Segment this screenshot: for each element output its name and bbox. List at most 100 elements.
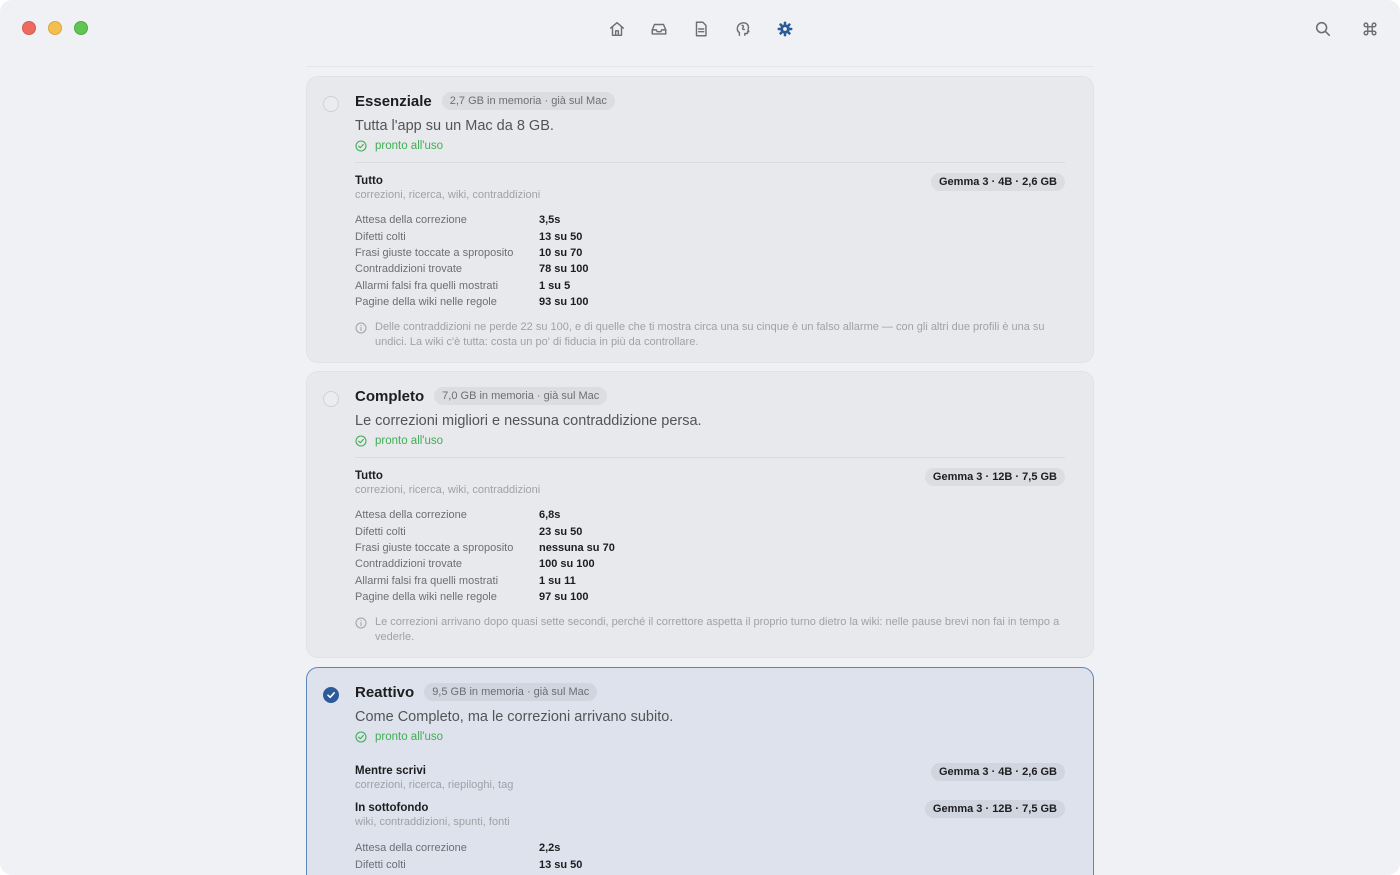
stat-row: Difetti colti 23 su 50 xyxy=(355,523,855,539)
model-tasks: wiki, contraddizioni, spunti, fonti xyxy=(355,816,510,828)
model-assignment: Mentre scrivi correzioni, ricerca, riepi… xyxy=(355,763,1065,795)
model-role: Mentre scrivi xyxy=(355,765,426,777)
brain-button[interactable] xyxy=(726,16,759,42)
window-controls xyxy=(22,21,88,35)
stat-label: Pagine della wiki nelle regole xyxy=(355,591,497,604)
status-ready: pronto all'uso xyxy=(355,435,443,447)
stat-row: Allarmi falsi fra quelli mostrati 1 su 5 xyxy=(355,278,855,294)
stat-row: Attesa della correzione 3,5s xyxy=(355,212,855,228)
memory-badge: 9,5 GB in memoria · già sul Mac xyxy=(424,683,598,701)
settings-button[interactable] xyxy=(768,16,801,42)
profile-description: Tutta l'app su un Mac da 8 GB. xyxy=(355,118,554,134)
stat-label: Attesa della correzione xyxy=(355,842,467,855)
stat-value: 23 su 50 xyxy=(539,525,583,538)
zoom-window-button[interactable] xyxy=(74,21,88,35)
stat-row: Frasi giuste toccate a sproposito nessuna… xyxy=(355,540,855,556)
gear-icon xyxy=(777,21,792,37)
note-text: Delle contraddizioni ne perde 22 su 100,… xyxy=(375,321,1045,348)
status-label: pronto all'uso xyxy=(375,731,444,743)
stat-label: Difetti colti xyxy=(355,525,406,538)
stat-row: Frasi giuste toccate a sproposito 10 su 7… xyxy=(355,245,855,261)
status-label: pronto all'uso xyxy=(375,435,444,447)
stat-value: 3,5s xyxy=(539,214,561,227)
profile-radio-completo[interactable] xyxy=(323,391,339,407)
stat-row: Allarmi falsi fra quelli mostrati 1 su 11 xyxy=(355,573,855,589)
profile-title: Completo xyxy=(355,387,425,405)
status-label: pronto all'uso xyxy=(375,140,444,152)
command-icon xyxy=(1362,22,1377,36)
info-icon xyxy=(355,617,367,629)
model-tasks: correzioni, ricerca, wiki, contraddizion… xyxy=(355,484,541,496)
inbox-icon xyxy=(651,23,666,35)
toolbar-tabs xyxy=(600,16,801,42)
model-tasks: correzioni, ricerca, wiki, contraddizion… xyxy=(355,189,541,201)
toolbar-right xyxy=(1306,16,1386,42)
stat-label: Difetti colti xyxy=(355,230,406,243)
minimize-window-button[interactable] xyxy=(48,21,62,35)
stat-label: Difetti colti xyxy=(355,858,406,871)
stat-label: Contraddizioni trovate xyxy=(355,263,463,276)
profile-title: Essenziale xyxy=(355,92,432,110)
profile-note: Delle contraddizioni ne perde 22 su 100,… xyxy=(355,320,1067,349)
profile-note: Le correzioni arrivano dopo quasi sette … xyxy=(355,615,1067,644)
profile-card-reattivo[interactable]: Reattivo 9,5 GB in memoria · già sul Mac… xyxy=(306,667,1094,875)
card-divider xyxy=(355,457,1065,458)
command-button[interactable] xyxy=(1353,16,1386,42)
stat-label: Pagine della wiki nelle regole xyxy=(355,296,497,309)
stat-row: Contraddizioni trovate 100 su 100 xyxy=(355,556,855,572)
app-window: Essenziale 2,7 GB in memoria · già sul M… xyxy=(0,0,1400,875)
model-role: Tutto xyxy=(355,470,383,482)
stat-label: Attesa della correzione xyxy=(355,214,467,227)
memory-badge: 2,7 GB in memoria · già sul Mac xyxy=(441,92,615,110)
stat-row: Difetti colti 13 su 50 xyxy=(355,856,855,872)
stat-label: Attesa della correzione xyxy=(355,509,467,522)
stat-label: Contraddizioni trovate xyxy=(355,558,463,571)
home-button[interactable] xyxy=(600,16,633,42)
profile-card-essenziale[interactable]: Essenziale 2,7 GB in memoria · già sul M… xyxy=(306,76,1094,363)
model-role: In sottofondo xyxy=(355,802,429,814)
check-circle-icon xyxy=(355,731,367,743)
stat-value: 6,8s xyxy=(539,509,561,522)
profile-description: Come Completo, ma le correzioni arrivano… xyxy=(355,709,674,725)
close-window-button[interactable] xyxy=(22,21,36,35)
profile-description: Le correzioni migliori e nessuna contrad… xyxy=(355,413,702,429)
profile-radio-essenziale[interactable] xyxy=(323,96,339,112)
stat-value: 78 su 100 xyxy=(539,263,589,276)
document-icon xyxy=(695,21,707,37)
stat-value: nessuna su 70 xyxy=(539,541,615,554)
home-icon xyxy=(609,21,624,37)
inbox-button[interactable] xyxy=(642,16,675,42)
stats-table: Attesa della correzione 3,5s Difetti colt… xyxy=(355,212,855,310)
model-assignment: In sottofondo wiki, contraddizioni, spun… xyxy=(355,800,1065,832)
stat-row: Pagine della wiki nelle regole 93 su 100 xyxy=(355,294,855,310)
model-assignment: Tutto correzioni, ricerca, wiki, contrad… xyxy=(355,468,1065,500)
stat-row: Contraddizioni trovate 78 su 100 xyxy=(355,261,855,277)
model-assignment: Tutto correzioni, ricerca, wiki, contrad… xyxy=(355,173,1065,205)
stat-value: 2,2s xyxy=(539,842,561,855)
check-circle-icon xyxy=(355,435,367,447)
title-bar xyxy=(0,0,1400,56)
document-button[interactable] xyxy=(684,16,717,42)
model-role: Tutto xyxy=(355,175,383,187)
stat-value: 13 su 50 xyxy=(539,230,583,243)
note-text: Le correzioni arrivano dopo quasi sette … xyxy=(375,616,1060,643)
stat-value: 10 su 70 xyxy=(539,246,583,259)
stat-value: 1 su 11 xyxy=(539,574,576,587)
stat-value: 93 su 100 xyxy=(539,296,589,309)
brain-icon xyxy=(736,22,750,37)
card-divider xyxy=(355,162,1065,163)
memory-badge: 7,0 GB in memoria · già sul Mac xyxy=(434,387,608,405)
stat-value: 1 su 5 xyxy=(539,279,571,292)
status-ready: pronto all'uso xyxy=(355,731,443,743)
check-circle-icon xyxy=(355,140,367,152)
search-button[interactable] xyxy=(1306,16,1339,42)
model-badge: Gemma 3 · 4B · 2,6 GB xyxy=(931,173,1065,191)
profile-card-completo[interactable]: Completo 7,0 GB in memoria · già sul Mac… xyxy=(306,371,1094,658)
stat-value: 97 su 100 xyxy=(539,591,589,604)
search-icon xyxy=(1315,21,1330,37)
stat-value: 13 su 50 xyxy=(539,858,583,871)
stat-row: Pagine della wiki nelle regole 97 su 100 xyxy=(355,589,855,605)
stat-label: Allarmi falsi fra quelli mostrati xyxy=(355,574,499,587)
profile-radio-reattivo[interactable] xyxy=(323,687,339,703)
scroll-edge-divider xyxy=(306,66,1094,67)
